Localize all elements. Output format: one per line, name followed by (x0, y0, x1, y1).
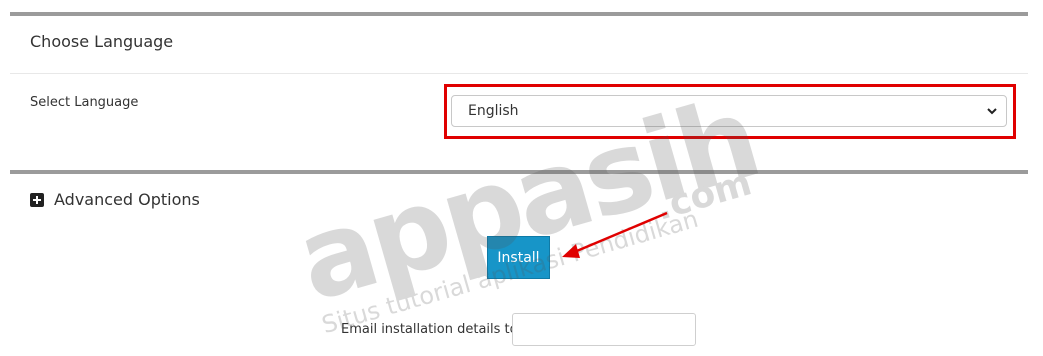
email-label: Email installation details to : (341, 322, 527, 337)
install-button[interactable]: Install (487, 236, 550, 279)
top-divider (10, 12, 1028, 16)
email-field[interactable] (512, 313, 696, 346)
plus-square-icon (30, 192, 44, 207)
chevron-down-icon (987, 108, 997, 115)
language-select[interactable]: English (451, 95, 1007, 127)
advanced-options-label: Advanced Options (54, 190, 200, 209)
mid-divider (10, 170, 1028, 174)
section-title: Choose Language (30, 32, 174, 51)
language-select-value: English (468, 103, 519, 119)
advanced-options-toggle[interactable]: Advanced Options (30, 190, 200, 209)
select-language-label: Select Language (30, 95, 139, 110)
section-separator (10, 73, 1028, 74)
annotation-arrow-icon (562, 211, 668, 258)
